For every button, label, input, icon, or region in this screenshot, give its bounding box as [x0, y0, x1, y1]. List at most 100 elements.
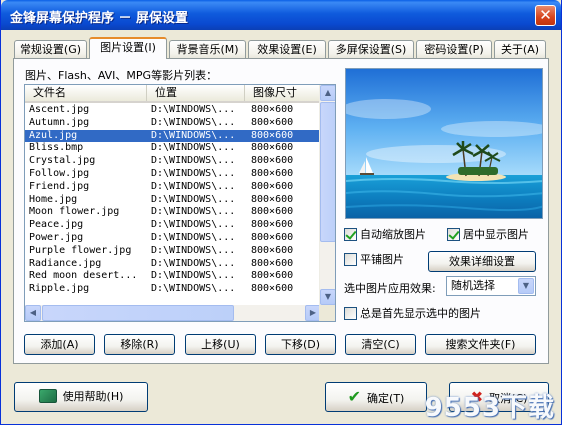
- close-icon: ✕: [539, 6, 552, 24]
- vertical-scroll-thumb[interactable]: [320, 102, 335, 242]
- watermark-logo: 9553下载: [424, 393, 555, 423]
- effect-select-value: 随机选择: [451, 279, 495, 292]
- file-location-cell: D:\WINDOWS\...: [151, 231, 236, 243]
- vertical-scrollbar[interactable]: ▲ ▼: [319, 85, 335, 305]
- settings-window: 金锋屏幕保护程序 － 屏保设置 ✕ 常规设置(G) 图片设置(I) 背景音乐(M…: [0, 0, 562, 425]
- image-size-cell: 800×600: [251, 231, 294, 243]
- image-size-cell: 800×600: [251, 283, 294, 295]
- image-size-cell: 800×600: [251, 270, 294, 282]
- file-name-cell: Friend.jpg: [29, 180, 90, 192]
- file-name-cell: Follow.jpg: [29, 167, 90, 179]
- tab-music[interactable]: 背景音乐(M): [169, 40, 246, 59]
- arrow-left-icon: ◀: [29, 308, 37, 317]
- clear-button[interactable]: 清空(C): [345, 334, 416, 355]
- image-size-cell: 800×600: [251, 142, 294, 154]
- column-header-location[interactable]: 位置: [147, 85, 245, 101]
- column-header-name[interactable]: 文件名: [25, 85, 147, 101]
- file-list[interactable]: 文件名 位置 图像尺寸 Ascent.jpg D:\WINDOWS\... 800×…: [24, 84, 336, 322]
- tab-about[interactable]: 关于(A): [494, 40, 546, 59]
- tab-label: 效果设置(E): [257, 43, 317, 56]
- help-button[interactable]: 使用帮助(H): [14, 382, 148, 412]
- arrow-right-icon: ▶: [309, 308, 317, 317]
- beach-preview-image: [346, 69, 542, 218]
- show-selected-first-checkbox[interactable]: 总是首先显示选中的图片: [344, 307, 481, 323]
- file-name-cell: Crystal.jpg: [29, 155, 96, 167]
- checkbox-label: 居中显示图片: [463, 228, 529, 241]
- list-item[interactable]: Red moon desert... D:\WINDOWS\... 800×600: [25, 270, 321, 283]
- file-name-cell: Peace.jpg: [29, 219, 84, 231]
- file-name-cell: Azul.jpg: [29, 129, 78, 141]
- list-item[interactable]: Moon flower.jpg D:\WINDOWS\... 800×600: [25, 206, 321, 219]
- scroll-up-button[interactable]: ▲: [320, 85, 335, 101]
- image-size-cell: 800×600: [251, 180, 294, 192]
- file-name-cell: Bliss.bmp: [29, 142, 84, 154]
- horizontal-scrollbar[interactable]: ◀ ▶: [25, 305, 321, 321]
- file-name-cell: Red moon desert...: [29, 270, 138, 282]
- search-folder-button[interactable]: 搜索文件夹(F): [425, 334, 536, 355]
- chevron-down-icon[interactable]: ▼: [518, 278, 534, 294]
- list-item[interactable]: Friend.jpg D:\WINDOWS\... 800×600: [25, 181, 321, 194]
- title-bar[interactable]: 金锋屏幕保护程序 － 屏保设置 ✕: [1, 0, 561, 30]
- image-size-cell: 800×600: [251, 257, 294, 269]
- tab-label: 常规设置(G): [19, 43, 82, 56]
- ok-button[interactable]: ✔ 确定(T): [325, 382, 427, 412]
- tab-effects[interactable]: 效果设置(E): [248, 40, 326, 59]
- tab-pictures[interactable]: 图片设置(I): [89, 37, 167, 59]
- list-item[interactable]: Ripple.jpg D:\WINDOWS\... 800×600: [25, 283, 321, 296]
- list-item[interactable]: Azul.jpg D:\WINDOWS\... 800×600: [25, 129, 321, 143]
- arrow-down-icon: ▼: [324, 292, 332, 301]
- header-label: 文件名: [33, 86, 66, 99]
- list-item[interactable]: Purple flower.jpg D:\WINDOWS\... 800×600: [25, 245, 321, 258]
- effect-details-button[interactable]: 效果详细设置: [428, 251, 536, 272]
- list-item[interactable]: Radiance.jpg D:\WINDOWS\... 800×600: [25, 258, 321, 271]
- remove-button[interactable]: 移除(R): [104, 334, 175, 355]
- center-image-checkbox[interactable]: 居中显示图片: [447, 228, 529, 244]
- scroll-left-button[interactable]: ◀: [25, 305, 41, 321]
- list-item[interactable]: Crystal.jpg D:\WINDOWS\... 800×600: [25, 155, 321, 168]
- tile-image-checkbox[interactable]: 平铺图片: [344, 253, 404, 269]
- add-button[interactable]: 添加(A): [24, 334, 95, 355]
- checkbox-label: 平铺图片: [360, 253, 404, 266]
- file-name-cell: Home.jpg: [29, 193, 78, 205]
- effect-select[interactable]: 随机选择 ▼: [446, 276, 536, 296]
- horizontal-scroll-thumb[interactable]: [42, 305, 234, 321]
- scroll-down-button[interactable]: ▼: [320, 289, 335, 305]
- list-item[interactable]: Ascent.jpg D:\WINDOWS\... 800×600: [25, 104, 321, 117]
- file-name-cell: Radiance.jpg: [29, 257, 102, 269]
- tab-password[interactable]: 密码设置(P): [416, 40, 492, 59]
- image-size-cell: 800×600: [251, 129, 294, 141]
- check-icon: ✔: [347, 387, 362, 406]
- close-button[interactable]: ✕: [535, 5, 556, 26]
- list-item[interactable]: Bliss.bmp D:\WINDOWS\... 800×600: [25, 142, 321, 155]
- checkbox-box: [344, 307, 357, 320]
- file-location-cell: D:\WINDOWS\...: [151, 206, 236, 218]
- file-name-cell: Ripple.jpg: [29, 283, 90, 295]
- list-item[interactable]: Power.jpg D:\WINDOWS\... 800×600: [25, 232, 321, 245]
- file-location-cell: D:\WINDOWS\...: [151, 104, 236, 115]
- list-item[interactable]: Home.jpg D:\WINDOWS\... 800×600: [25, 194, 321, 207]
- tab-multi-screensaver[interactable]: 多屏保设置(S): [328, 40, 414, 59]
- tab-label: 背景音乐(M): [176, 43, 239, 56]
- list-item[interactable]: Follow.jpg D:\WINDOWS\... 800×600: [25, 168, 321, 181]
- file-location-cell: D:\WINDOWS\...: [151, 155, 236, 167]
- column-header-size[interactable]: 图像尺寸: [245, 85, 321, 101]
- checkbox-label: 总是首先显示选中的图片: [360, 307, 481, 320]
- file-location-cell: D:\WINDOWS\...: [151, 257, 236, 269]
- ok-label: 确定(T): [367, 392, 405, 405]
- list-item[interactable]: Peace.jpg D:\WINDOWS\... 800×600: [25, 219, 321, 232]
- list-header: 文件名 位置 图像尺寸: [25, 85, 321, 103]
- checkbox-box: [344, 228, 357, 241]
- effect-select-label: 选中图片应用效果:: [344, 282, 436, 295]
- scrollbar-corner: [319, 305, 335, 321]
- move-down-button[interactable]: 下移(D): [265, 334, 336, 355]
- checkbox-label: 自动缩放图片: [360, 228, 426, 241]
- move-up-button[interactable]: 上移(U): [185, 334, 256, 355]
- file-location-cell: D:\WINDOWS\...: [151, 167, 236, 179]
- image-preview: [345, 68, 543, 219]
- list-item[interactable]: Autumn.jpg D:\WINDOWS\... 800×600: [25, 117, 321, 130]
- tab-general[interactable]: 常规设置(G): [14, 40, 87, 59]
- file-name-cell: Power.jpg: [29, 231, 84, 243]
- file-name-cell: Purple flower.jpg: [29, 244, 132, 256]
- tab-label: 关于(A): [500, 43, 540, 56]
- auto-scale-checkbox[interactable]: 自动缩放图片: [344, 228, 426, 244]
